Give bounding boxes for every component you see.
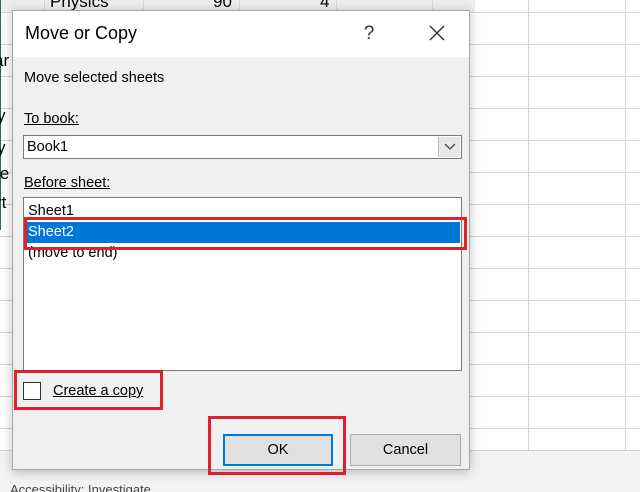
cell-fragment[interactable]: y [0,138,6,158]
dialog-title: Move or Copy [25,23,138,43]
status-text: Accessibility: Investigate [10,482,151,492]
to-book-label-text: To book: [24,111,79,127]
to-book-combobox[interactable]: Book1 [23,135,462,159]
highlight-box-ok [208,416,346,475]
chevron-down-icon [444,143,455,150]
to-book-value: Book1 [27,139,69,155]
gridline [528,0,529,450]
before-sheet-label: Before sheet: [24,175,110,191]
cell-fragment[interactable]: rt [0,193,6,213]
cancel-button[interactable]: Cancel [350,434,461,466]
to-book-dropdown-button[interactable] [438,137,460,157]
cell-fragment[interactable]: ar [0,51,9,71]
dialog-subtitle: Move selected sheets [24,70,165,86]
dialog-titlebar: Move or Copy ? [13,11,469,57]
close-button[interactable] [423,19,451,49]
cell-fragment[interactable]: y [0,106,6,126]
highlight-box-create-copy [14,370,163,410]
close-icon [429,25,445,41]
help-button[interactable]: ? [358,19,380,49]
before-sheet-label-text: Before sheet: [24,175,111,191]
gridline [625,0,626,450]
highlight-box-sheet2 [24,217,467,250]
to-book-label: To book: [24,111,79,127]
cell-fragment[interactable]: ie [0,164,9,184]
